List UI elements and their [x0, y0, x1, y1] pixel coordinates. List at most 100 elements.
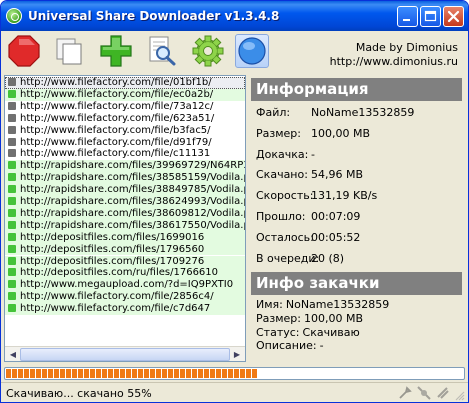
scroll-left-arrow[interactable]: ◀ — [6, 348, 20, 361]
list-item[interactable]: http://www.filefactory.com/file/c7d647 — [5, 303, 245, 315]
pending-status-icon — [8, 101, 16, 110]
list-item[interactable]: http://www.filefactory.com/file/d91f79/ — [5, 137, 245, 149]
minimize-button[interactable] — [397, 6, 418, 27]
info-row: Статус: Скачиваю — [256, 326, 360, 339]
item-url: http://www.filefactory.com/file/01bf1b/ — [20, 77, 212, 88]
info-label: Статус: — [256, 325, 300, 339]
item-url: http://depositfiles.com/files/1699016 — [20, 231, 205, 243]
done-status-icon — [8, 256, 16, 265]
download-list[interactable]: http://www.filefactory.com/file/01bf1b/h… — [4, 75, 246, 362]
globe-icon — [238, 37, 266, 65]
info-heading: Информация — [251, 78, 462, 101]
credits-link[interactable]: http://www.dimonius.ru — [330, 55, 458, 69]
list-item[interactable]: http://depositfiles.com/files/1699016 — [5, 231, 245, 244]
done-status-icon — [8, 280, 16, 289]
list-item[interactable]: http://rapidshare.com/files/38617550/Vod… — [5, 219, 245, 232]
pending-status-icon — [8, 113, 16, 122]
info-label: Прошло: — [256, 210, 306, 223]
scroll-thumb[interactable] — [20, 348, 230, 361]
info-value: 00:07:09 — [311, 210, 361, 223]
credits: Made by Dimonius http://www.dimonius.ru — [330, 41, 458, 69]
add-icon — [100, 35, 132, 67]
add-button[interactable] — [99, 34, 133, 68]
horizontal-scrollbar[interactable]: ◀ ▶ — [5, 346, 245, 361]
list-item[interactable]: http://www.filefactory.com/file/2856c4/ — [5, 291, 245, 304]
done-status-icon — [8, 161, 16, 170]
copy-icon — [56, 38, 82, 65]
item-url: http://rapidshare.com/files/38849785/Vod… — [20, 184, 245, 196]
item-url: http://rapidshare.com/files/39969729/N64… — [20, 160, 245, 172]
list-item[interactable]: http://rapidshare.com/files/39969729/N64… — [5, 160, 245, 173]
item-url: http://www.megaupload.com/?d=IQ9PXTI0 — [20, 279, 234, 291]
pending-status-icon — [8, 125, 16, 134]
stop-button[interactable] — [7, 34, 41, 68]
pending-status-icon — [8, 149, 16, 158]
list-item[interactable]: http://www.filefactory.com/file/01bf1b/ — [5, 77, 245, 89]
info-label: Имя: — [256, 298, 283, 311]
info-value: 100,00 MB — [311, 126, 371, 140]
download-progress-bar — [4, 367, 465, 380]
done-status-icon — [8, 268, 16, 277]
globe-button[interactable] — [235, 34, 269, 68]
item-url: http://rapidshare.com/files/38624993/Vod… — [20, 196, 245, 207]
list-item[interactable]: http://depositfiles.com/files/1709276 — [5, 255, 245, 268]
done-status-icon — [8, 244, 16, 253]
item-url: http://rapidshare.com/files/38585159/Vod… — [20, 172, 245, 184]
list-item[interactable]: http://rapidshare.com/files/38849785/Vod… — [5, 184, 245, 196]
connection-icon[interactable] — [436, 386, 450, 400]
window-title: Universal Share Downloader v1.3.4.8 — [28, 9, 280, 23]
title-bar[interactable]: Universal Share Downloader v1.3.4.8 — [1, 1, 468, 31]
list-item[interactable]: http://rapidshare.com/files/38609812/Vod… — [5, 207, 245, 220]
list-item[interactable]: http://www.filefactory.com/file/73a12c/ — [5, 101, 245, 113]
info-value: 00:05:52 — [311, 230, 361, 244]
info-value: 100,00 MB — [303, 311, 364, 325]
info-value: 131,19 KB/s — [311, 189, 378, 203]
satellite-icon[interactable] — [417, 386, 431, 400]
status-text: Скачиваю... скачано 55% — [6, 387, 152, 400]
info-value: - — [311, 147, 315, 161]
info-label: В очереди: — [256, 251, 320, 265]
maximize-icon — [424, 10, 437, 22]
main-window: Universal Share Downloader v1.3.4.8 Made… — [0, 0, 469, 403]
info-row: Имя: NoName13532859 — [256, 298, 389, 311]
search-button[interactable] — [145, 34, 179, 68]
scroll-right-arrow[interactable]: ▶ — [230, 348, 244, 361]
settings-button[interactable] — [191, 34, 225, 68]
download-info-heading: Инфо закачки — [251, 272, 462, 295]
info-value: - — [319, 339, 324, 353]
info-value: NoName13532859 — [285, 298, 390, 311]
done-status-icon — [8, 292, 16, 301]
list-item[interactable]: http://www.filefactory.com/file/c11131 — [5, 148, 245, 160]
list-item[interactable]: http://www.filefactory.com/file/ec0a2b/ — [5, 88, 245, 101]
copy-button[interactable] — [53, 34, 87, 68]
item-url: http://www.filefactory.com/file/c11131 — [20, 148, 211, 160]
list-item[interactable]: http://www.filefactory.com/file/623a51/ — [5, 113, 245, 125]
settings-icon — [192, 35, 224, 67]
info-label: Файл: — [256, 106, 291, 119]
pending-status-icon — [8, 78, 16, 86]
item-url: http://www.filefactory.com/file/2856c4/ — [20, 291, 214, 303]
close-button[interactable] — [443, 6, 464, 27]
done-status-icon — [8, 304, 16, 313]
maximize-button[interactable] — [420, 6, 441, 27]
list-item[interactable]: http://depositfiles.com/files/1796560 — [5, 243, 245, 256]
list-item[interactable]: http://rapidshare.com/files/38624993/Vod… — [5, 196, 245, 208]
info-label: Докачка: — [256, 147, 309, 161]
done-status-icon — [8, 89, 16, 98]
info-row: Размер: 100,00 MB — [256, 312, 363, 325]
app-icon[interactable] — [6, 8, 22, 24]
list-item[interactable]: http://depositfiles.com/ru/files/1766610 — [5, 267, 245, 280]
item-url: http://rapidshare.com/files/38609812/Vod… — [20, 207, 245, 219]
info-label: Скорость: — [256, 189, 314, 203]
info-value: NoName13532859 — [311, 106, 415, 119]
progress-fill — [6, 369, 258, 378]
list-item[interactable]: http://www.filefactory.com/file/b3fac5/ — [5, 125, 245, 137]
tool-icon[interactable] — [398, 386, 412, 400]
pending-status-icon — [8, 137, 16, 146]
list-item[interactable]: http://rapidshare.com/files/38585159/Vod… — [5, 172, 245, 185]
item-url: http://rapidshare.com/files/38617550/Vod… — [20, 219, 245, 231]
list-item[interactable]: http://www.megaupload.com/?d=IQ9PXTI0 — [5, 279, 245, 292]
info-row: Описание: - — [256, 339, 324, 352]
resize-grip-icon[interactable] — [453, 389, 465, 401]
item-url: http://depositfiles.com/files/1796560 — [20, 243, 205, 255]
